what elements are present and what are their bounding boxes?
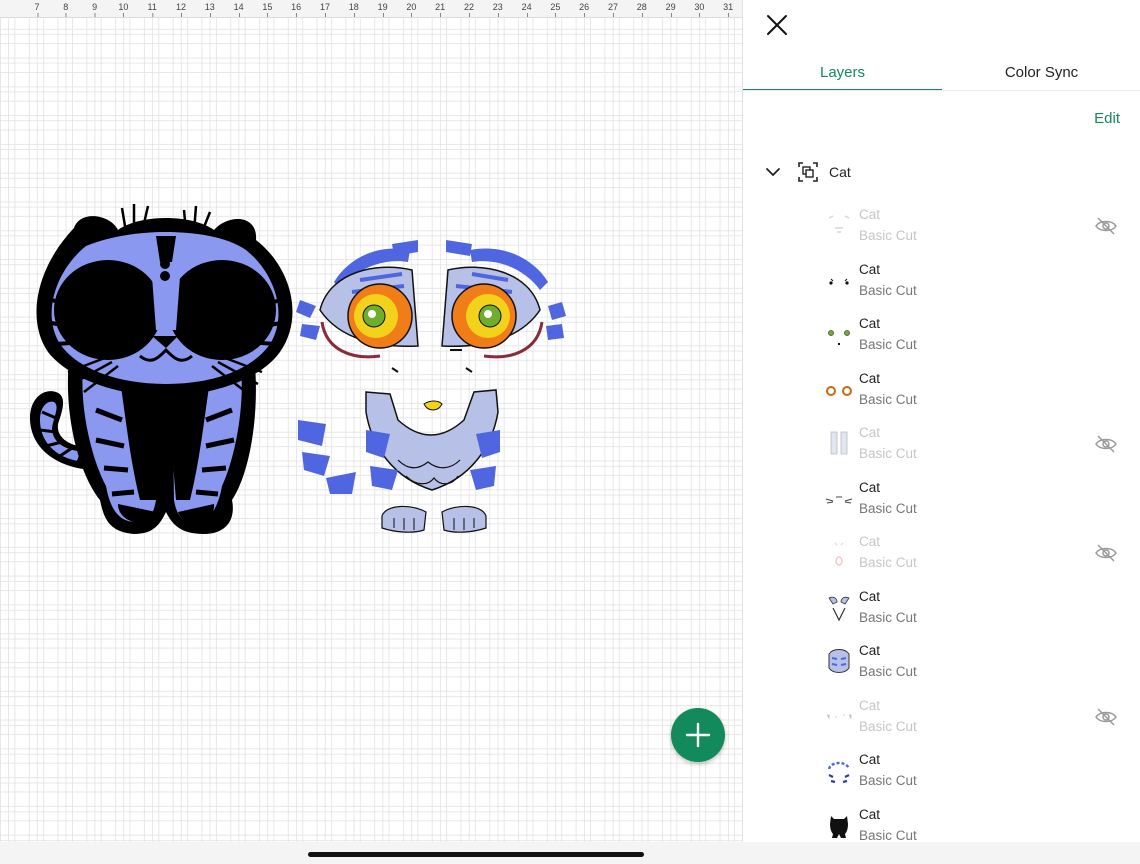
layer-row[interactable]: Cat Basic Cut	[743, 309, 1140, 364]
panel-tabs: Layers Color Sync	[743, 55, 1140, 91]
layer-thumbnail	[828, 215, 850, 233]
design-canvas[interactable]: 7 8 9 10 11 12 13 14 15 16 17 18 19 20 21 22 23 24 25 26 27 2…	[0, 0, 742, 842]
black-cat-design[interactable]	[30, 204, 293, 534]
layer-name: Cat	[859, 425, 881, 440]
layer-name: Cat	[859, 697, 881, 713]
layer-row[interactable]: Cat Basic Cut	[743, 582, 1140, 637]
layer-operation: Basic Cut	[859, 282, 917, 298]
group-label: Cat	[829, 164, 851, 180]
ruler-tick: 27	[607, 2, 619, 17]
ruler-tick: 26	[579, 2, 590, 17]
layer-name: Cat	[859, 316, 881, 331]
hidden-eye-icon[interactable]	[1095, 707, 1117, 726]
ruler-tick: 18	[348, 2, 359, 17]
layer-row[interactable]: Cat Basic Cut	[743, 800, 1140, 843]
group-icon	[798, 162, 818, 182]
add-button[interactable]	[671, 708, 725, 762]
layer-thumbnail	[834, 542, 844, 566]
layer-row[interactable]: Cat Basic Cut	[743, 636, 1140, 691]
layer-name: Cat	[859, 643, 881, 658]
layer-operation: Basic Cut	[859, 609, 917, 625]
layer-operation: Basic Cut	[859, 337, 917, 352]
layer-row[interactable]: Cat Basic Cut	[743, 200, 1140, 255]
ruler-tick: 16	[291, 2, 302, 17]
ruler-tick: 14	[233, 2, 244, 17]
tab-divider	[743, 90, 1140, 91]
ruler-tick: 24	[521, 2, 532, 17]
hidden-eye-icon[interactable]	[1095, 217, 1117, 235]
edit-button[interactable]: Edit	[1094, 110, 1120, 127]
exploded-cat-design[interactable]	[296, 240, 566, 533]
ruler-tick: 31	[723, 2, 734, 17]
layer-operation: Basic Cut	[859, 228, 917, 243]
layer-operation: Basic Cut	[859, 773, 917, 788]
layer-name: Cat	[859, 261, 881, 277]
cat-artwork[interactable]	[0, 0, 742, 842]
chevron-down-icon[interactable]	[763, 162, 783, 182]
layer-thumbnail	[827, 714, 852, 719]
layer-operation: Basic Cut	[859, 718, 917, 734]
layer-thumbnail	[829, 278, 849, 285]
layer-name: Cat	[859, 806, 881, 822]
ruler-tick: 13	[204, 2, 215, 17]
layer-thumbnail	[830, 815, 848, 838]
layer-thumbnail	[828, 330, 850, 345]
tab-layers[interactable]: Layers	[743, 55, 942, 91]
layer-row[interactable]: Cat Basic Cut	[743, 691, 1140, 746]
layer-name: Cat	[859, 588, 881, 604]
ruler-tick: 30	[694, 2, 705, 17]
layer-name: Cat	[859, 752, 881, 767]
plus-icon	[685, 722, 711, 748]
layer-name: Cat	[859, 534, 881, 549]
ruler-tick: 10	[118, 2, 129, 17]
ruler-tick: 11	[147, 2, 157, 17]
ruler-tick: 12	[175, 2, 187, 17]
layer-thumbnail	[827, 761, 851, 784]
layer-row[interactable]: Cat Basic Cut	[743, 364, 1140, 419]
layer-row[interactable]: Cat Basic Cut	[743, 418, 1140, 473]
layer-thumbnail	[830, 431, 848, 455]
layer-row[interactable]: Cat Basic Cut	[743, 473, 1140, 528]
ruler-tick: 25	[550, 2, 561, 17]
ruler-tick: 28	[636, 2, 647, 17]
close-icon[interactable]	[765, 13, 789, 37]
hidden-eye-icon[interactable]	[1095, 435, 1117, 453]
layer-thumbnail	[825, 496, 853, 503]
layer-operation: Basic Cut	[859, 555, 917, 570]
home-indicator	[308, 852, 644, 857]
layer-operation: Basic Cut	[859, 500, 917, 516]
layers-panel: Layers Color Sync Edit Cat Cat Basic Cut C…	[742, 0, 1140, 842]
ruler-tick: 7	[34, 2, 40, 17]
layer-row[interactable]: Cat Basic Cut	[743, 745, 1140, 800]
layer-thumbnail	[826, 385, 852, 396]
layer-name: Cat	[859, 207, 881, 222]
ruler-tick: 8	[63, 2, 69, 17]
ruler-tick: 17	[319, 2, 331, 17]
layer-operation: Basic Cut	[859, 664, 917, 679]
layer-operation: Basic Cut	[859, 391, 917, 407]
layer-row[interactable]: Cat Basic Cut	[743, 255, 1140, 310]
tab-color-sync[interactable]: Color Sync	[942, 55, 1140, 91]
layer-name: Cat	[859, 370, 881, 386]
layer-name: Cat	[859, 479, 881, 495]
layer-group-row[interactable]: Cat	[763, 158, 851, 186]
layer-thumbnail	[828, 596, 850, 621]
layer-operation: Basic Cut	[859, 827, 917, 843]
ruler-tick: 22	[463, 2, 475, 17]
layer-operation: Basic Cut	[859, 446, 917, 461]
top-ruler: 7 8 9 10 11 12 13 14 15 16 17 18 19 20 21 22 23 24 25 26 27 2…	[0, 0, 742, 18]
ruler-tick: 9	[92, 2, 98, 17]
layer-row[interactable]: Cat Basic Cut	[743, 527, 1140, 582]
ruler-tick: 15	[262, 2, 273, 17]
layer-thumbnail	[828, 649, 850, 673]
ruler-tick: 20	[406, 2, 417, 17]
layer-list: Cat Basic Cut Cat Basic Cut Cat Basic Cut Cat B…	[743, 200, 1140, 842]
hidden-eye-icon[interactable]	[1095, 544, 1117, 562]
ruler-tick: 29	[665, 2, 676, 17]
ruler-tick: 23	[492, 2, 503, 17]
ruler-tick: 21	[435, 2, 446, 17]
ruler-tick: 19	[377, 2, 388, 17]
